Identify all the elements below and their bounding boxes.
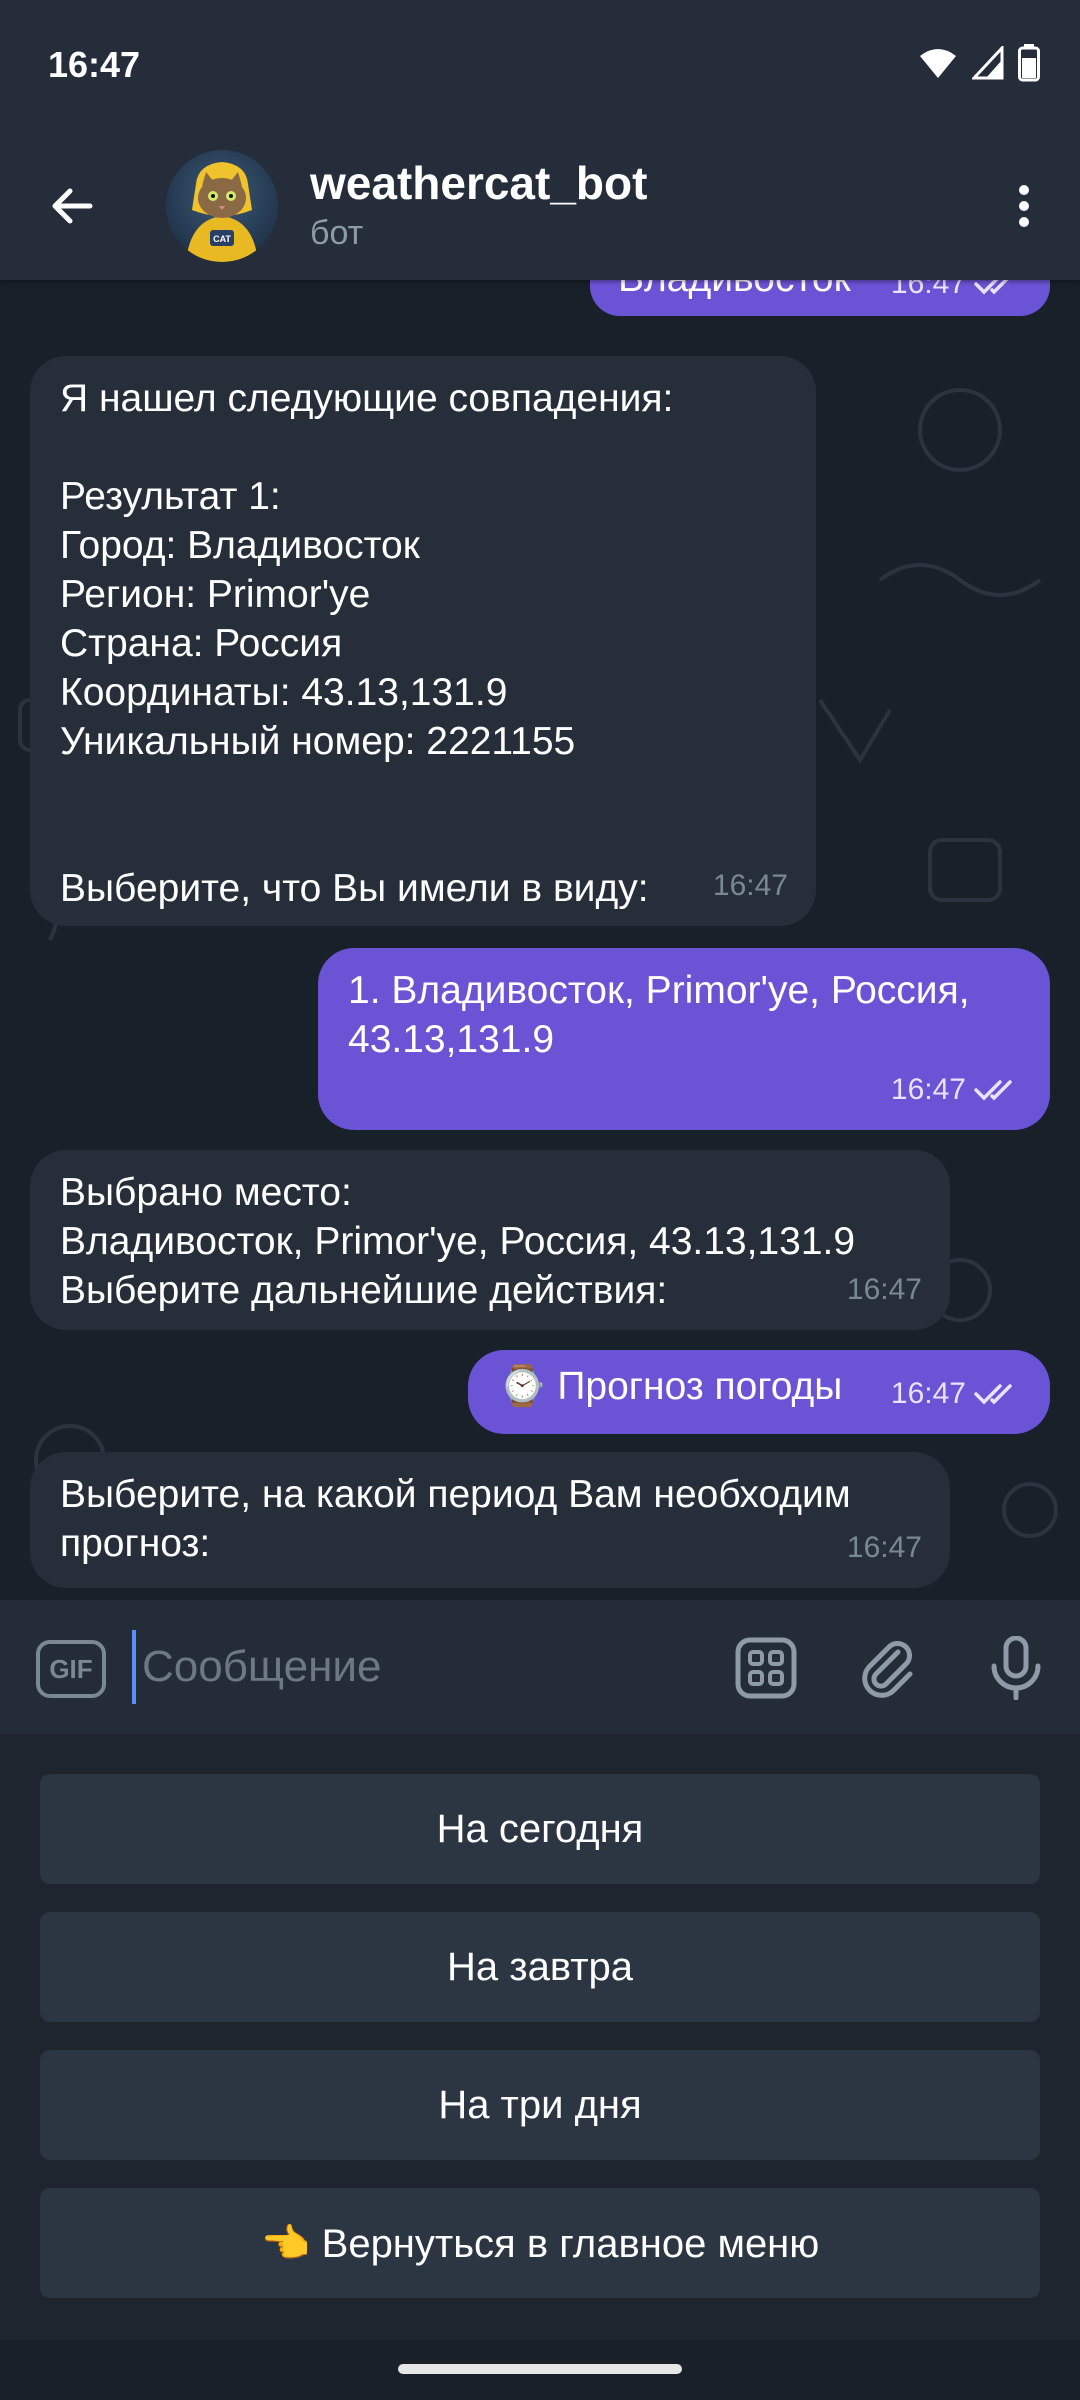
message-meta: 16:47 <box>713 861 788 910</box>
message-meta: 16:47 <box>891 1065 1022 1114</box>
message-time: 16:47 <box>890 1073 966 1106</box>
message-input-bar: GIF <box>0 1600 1080 1734</box>
message-text: Я нашел следующие совпадения: Результат … <box>60 377 674 910</box>
double-check-icon <box>974 1383 1012 1404</box>
message-bubble-incoming[interactable]: Я нашел следующие совпадения: Результат … <box>30 356 816 926</box>
message-time: 16:47 <box>890 280 966 300</box>
message-bubble-outgoing[interactable]: Владивосток 16:47 <box>590 280 1050 316</box>
battery-icon <box>1018 44 1040 87</box>
reply-button-main-menu[interactable]: 👈 Вернуться в главное меню <box>40 2188 1040 2298</box>
cell-signal-icon <box>970 44 1004 85</box>
chat-subtitle: бот <box>310 214 364 252</box>
chat-area[interactable]: Владивосток 16:47 Я нашел следующие совп… <box>0 280 1080 1600</box>
bot-avatar[interactable]: CAT <box>166 150 278 262</box>
grid-icon <box>735 1637 797 1699</box>
message-meta: 16:47 <box>891 280 1022 308</box>
system-nav-bar <box>0 2340 1080 2400</box>
bot-reply-keyboard: На сегодня На завтра На три дня 👈 Вернут… <box>0 1734 1080 2340</box>
home-gesture-handle[interactable] <box>398 2364 682 2374</box>
cat-avatar-icon: CAT <box>186 162 258 262</box>
more-vertical-icon <box>1019 185 1029 227</box>
chat-header: CAT weathercat_bot бот <box>0 130 1080 280</box>
wifi-icon <box>918 46 958 85</box>
microphone-icon <box>991 1636 1041 1700</box>
voice-record-button[interactable] <box>980 1632 1052 1704</box>
double-check-icon <box>974 1079 1012 1100</box>
message-bubble-outgoing[interactable]: ⌚ Прогноз погоды 16:47 <box>468 1350 1050 1434</box>
status-bar: 16:47 <box>0 0 1080 130</box>
message-meta: 16:47 <box>891 1369 1022 1418</box>
double-check-icon <box>974 280 1008 294</box>
back-button[interactable] <box>36 170 108 242</box>
more-menu-button[interactable] <box>988 170 1060 242</box>
message-text: 1. Владивосток, Primor'ye, Россия, 43.13… <box>348 969 970 1061</box>
status-time: 16:47 <box>48 44 141 85</box>
bot-commands-button[interactable] <box>730 1632 802 1704</box>
message-text: Владивосток <box>618 280 851 303</box>
message-bubble-incoming[interactable]: Выбрано место: Владивосток, Primor'ye, Р… <box>30 1150 950 1330</box>
message-time: 16:47 <box>846 1531 922 1564</box>
message-time: 16:47 <box>846 1273 922 1306</box>
chat-title[interactable]: weathercat_bot <box>310 156 647 210</box>
attach-button[interactable] <box>852 1632 924 1704</box>
message-time: 16:47 <box>712 869 788 902</box>
paperclip-icon <box>862 1641 913 1698</box>
message-input[interactable] <box>132 1630 692 1704</box>
message-meta: 16:47 <box>847 1523 922 1572</box>
status-icons <box>918 44 1040 87</box>
gif-button[interactable]: GIF <box>36 1640 106 1698</box>
arrow-left-icon <box>52 188 93 224</box>
message-bubble-incoming[interactable]: Выберите, на какой период Вам необходим … <box>30 1452 950 1588</box>
message-time: 16:47 <box>890 1377 966 1410</box>
message-text: Выбрано место: Владивосток, Primor'ye, Р… <box>60 1171 856 1312</box>
message-text: Выберите, на какой период Вам необходим … <box>60 1473 851 1565</box>
reply-button-today[interactable]: На сегодня <box>40 1774 1040 1884</box>
avatar-text: CAT <box>213 234 231 244</box>
message-meta: 16:47 <box>847 1265 922 1314</box>
reply-button-tomorrow[interactable]: На завтра <box>40 1912 1040 2022</box>
reply-button-three-days[interactable]: На три дня <box>40 2050 1040 2160</box>
message-bubble-outgoing[interactable]: 1. Владивосток, Primor'ye, Россия, 43.13… <box>318 948 1050 1130</box>
